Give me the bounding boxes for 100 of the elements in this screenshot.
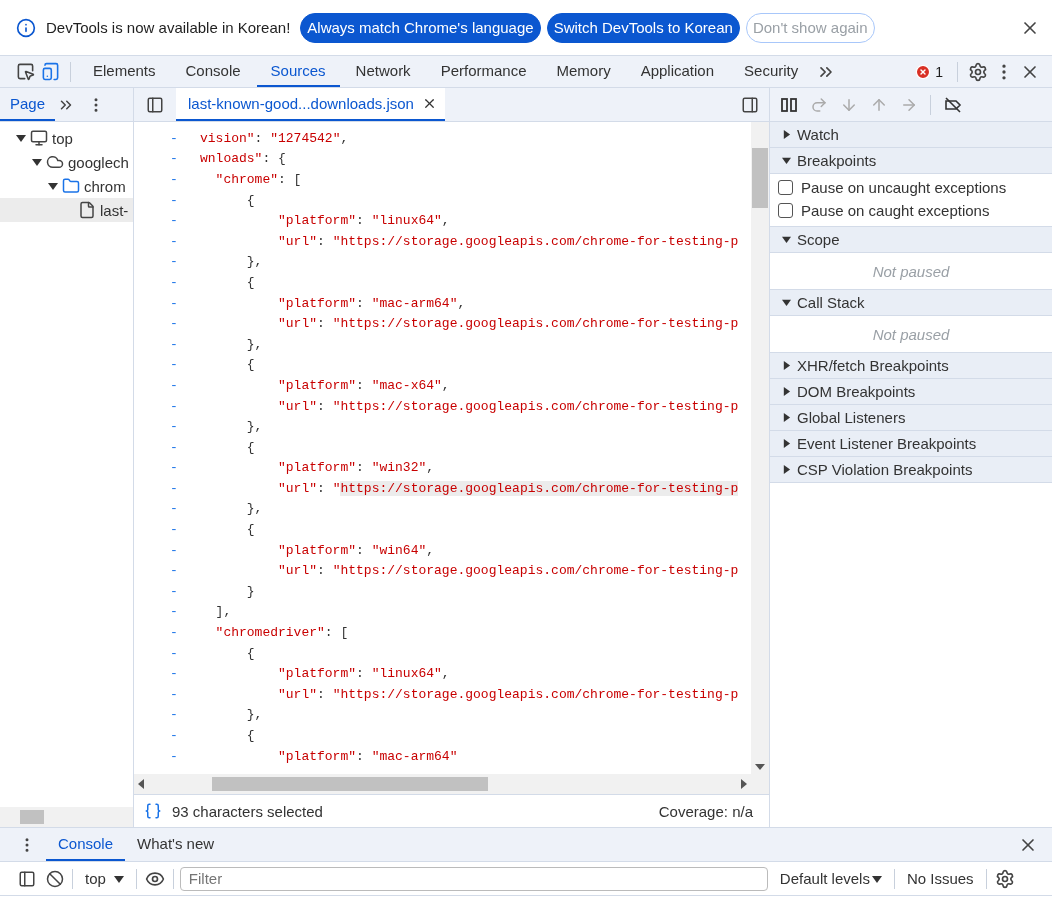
section-header[interactable]: Global Listeners [770, 405, 1052, 431]
gutter-marker: - [169, 336, 179, 352]
coverage-info: Coverage: n/a [658, 802, 753, 820]
scrollbar[interactable] [134, 774, 769, 794]
gutter-marker: - [169, 213, 179, 229]
scrollbar-thumb[interactable] [212, 777, 488, 791]
code-line: "url": "https://storage.googleapis.com/chrome-for-testing-p [277, 316, 739, 332]
section-header[interactable]: Watch [770, 122, 1052, 148]
code-line: "url": "https://storage.googleapis.com/chrome-for-testing-p [277, 398, 739, 414]
error-count[interactable]: 1 [935, 63, 943, 80]
triangle-right-icon[interactable] [782, 361, 791, 370]
error-icon [915, 63, 932, 80]
panel-tab[interactable]: Security [730, 56, 813, 87]
gutter-marker: - [169, 748, 179, 764]
gutter-marker: - [169, 419, 179, 435]
empty-message: Not paused [872, 325, 950, 343]
gutter-marker: - [169, 625, 179, 641]
file-tab[interactable]: last-known-good...downloads.json [176, 88, 445, 121]
triangle-down-icon[interactable] [16, 133, 26, 143]
section-header[interactable]: Breakpoints [770, 148, 1052, 174]
scrollbar-thumb[interactable] [20, 810, 44, 824]
deactivate-breakpoints-icon[interactable] [943, 94, 963, 115]
scrollbar-thumb[interactable] [752, 148, 768, 208]
gutter-marker: - [169, 666, 179, 682]
code-line: }, [245, 419, 263, 435]
code-line: "platform": "win64", [277, 542, 435, 558]
scroll-down-icon[interactable] [755, 764, 765, 770]
code-line: }, [245, 336, 263, 352]
section-header[interactable]: Scope [770, 227, 1052, 253]
gutter-marker: - [169, 172, 179, 187]
triangle-down-icon[interactable] [113, 873, 124, 884]
scroll-right-icon[interactable] [741, 779, 747, 789]
section-header[interactable]: CSP Violation Breakpoints [770, 457, 1052, 483]
tree-item[interactable]: last- [0, 198, 133, 222]
section-header[interactable]: XHR/fetch Breakpoints [770, 353, 1052, 379]
filter-field[interactable]: Filter [179, 866, 768, 891]
code-line: wnloads": { [200, 151, 286, 167]
panel-tab[interactable]: Network [341, 56, 425, 87]
infobar-button[interactable]: Switch DevTools to Korean [546, 12, 740, 43]
code-line: "chromedriver": [ [214, 625, 349, 641]
triangle-down-icon[interactable] [782, 298, 791, 307]
section-header[interactable]: Event Listener Breakpoints [770, 431, 1052, 457]
drawer-tab[interactable]: What's new [125, 828, 227, 861]
panel-tab[interactable]: Application [626, 56, 729, 87]
gutter-marker: - [169, 728, 179, 743]
code-line: vision": "1274542", [200, 130, 349, 146]
gutter-marker: - [169, 192, 179, 208]
drawer-tab[interactable]: Console [46, 828, 126, 861]
panel-tab[interactable]: Console [171, 56, 255, 87]
levels-dropdown[interactable]: Default levels [773, 870, 888, 887]
triangle-right-icon[interactable] [782, 130, 791, 139]
triangle-down-icon[interactable] [32, 157, 42, 167]
section-header[interactable]: Call Stack [770, 290, 1052, 316]
code-line: { [245, 645, 255, 661]
selection-info: 93 characters selected [172, 802, 323, 820]
gutter-marker: - [169, 398, 179, 414]
file-icon [78, 201, 96, 219]
triangle-right-icon[interactable] [782, 387, 791, 396]
checkbox[interactable] [778, 180, 793, 195]
gutter-marker: - [169, 707, 179, 723]
section-header[interactable]: DOM Breakpoints [770, 379, 1052, 405]
triangle-right-icon[interactable] [782, 413, 791, 422]
gutter-marker: - [169, 583, 179, 599]
checkbox[interactable] [778, 203, 793, 218]
empty-message: Not paused [872, 262, 950, 280]
infobar-message: DevTools is now available in Korean! [46, 19, 291, 36]
panel-tab[interactable]: Performance [426, 56, 541, 87]
triangle-down-icon[interactable] [48, 181, 58, 191]
code-line: { [245, 728, 255, 743]
code-line: "platform": "win32", [277, 460, 435, 476]
cloud-icon [46, 153, 64, 171]
panel-tab[interactable]: Elements [79, 56, 170, 87]
infobar-button[interactable]: Always match Chrome's language [300, 12, 541, 43]
pretty-print-icon[interactable] [144, 802, 162, 820]
tree-item[interactable]: googlech [0, 150, 133, 174]
scrollbar[interactable] [0, 807, 133, 827]
triangle-down-icon[interactable] [871, 873, 882, 884]
code-line: { [245, 522, 255, 538]
pause-icon[interactable] [780, 95, 798, 114]
tree-item[interactable]: top [0, 126, 133, 150]
triangle-down-icon[interactable] [782, 156, 791, 165]
code-line: { [245, 357, 255, 373]
context-dropdown[interactable]: top [79, 870, 130, 887]
code-line: } [245, 583, 255, 599]
gutter-marker: - [169, 316, 179, 332]
issues-button[interactable]: No Issues [900, 870, 980, 887]
gutter-marker: - [169, 254, 179, 270]
panel-tab[interactable]: Memory [542, 56, 625, 87]
code-line: ], [214, 604, 232, 620]
triangle-down-icon[interactable] [782, 235, 791, 244]
scrollbar[interactable] [751, 122, 769, 774]
triangle-right-icon[interactable] [782, 465, 791, 474]
tree-item[interactable]: chrom [0, 174, 133, 198]
code-line: "chrome": [ [214, 172, 302, 187]
code-line: }, [245, 707, 263, 723]
frame-icon [30, 129, 48, 147]
navigator-tab[interactable]: Page [0, 88, 56, 121]
triangle-right-icon[interactable] [782, 439, 791, 448]
scroll-left-icon[interactable] [138, 779, 144, 789]
gutter-marker: - [169, 130, 179, 146]
